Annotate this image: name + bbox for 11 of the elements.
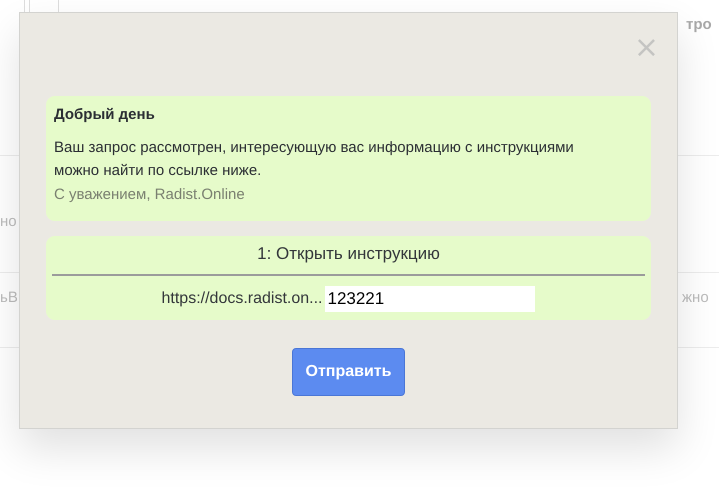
background-text: жно (682, 289, 709, 306)
link-title: 1: Открыть инструкцию (256, 244, 441, 265)
send-button[interactable]: Отправить (292, 348, 406, 396)
background-text: но (0, 213, 17, 230)
background-text: ьВ (0, 289, 18, 306)
message-signature: С уважением, Radist.Online (54, 186, 246, 203)
message-title: Добрый день (54, 106, 156, 123)
background-text: тро (686, 16, 712, 33)
input-field[interactable]: 123221 (325, 286, 536, 312)
link-url: https://docs.radist.on... (162, 290, 322, 308)
message-text: Ваш запрос рассмотрен, интересующую вас информацию с инструкциями можно найти по ссылке ниже. (54, 138, 575, 181)
